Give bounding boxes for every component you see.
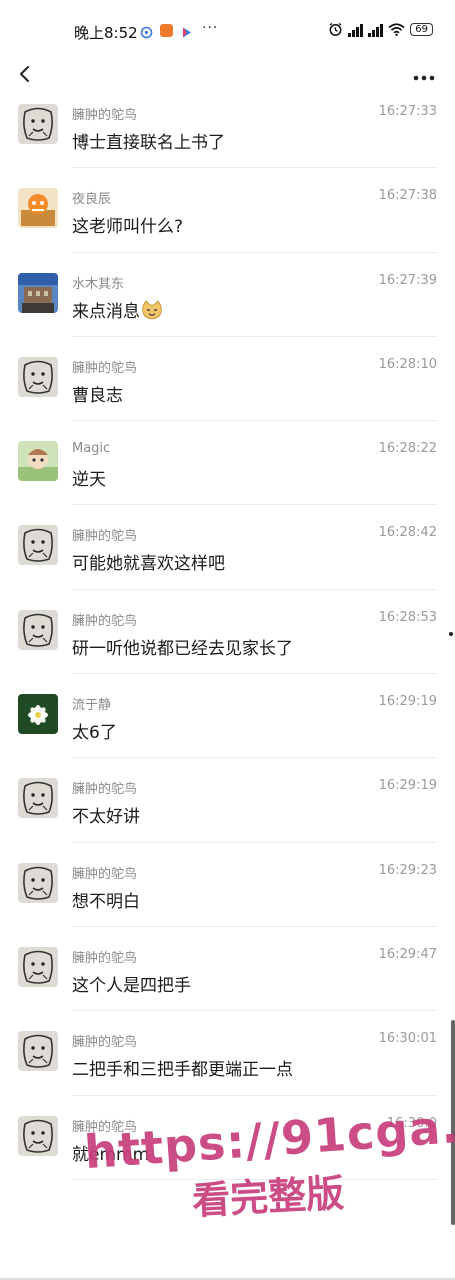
message-text-content: 来点消息	[72, 301, 140, 322]
sender-name: Magic	[72, 441, 111, 457]
chevron-left-icon	[20, 66, 29, 82]
message-time: 16:28:53	[378, 609, 437, 625]
message-text: 可能她就喜欢这样吧	[72, 554, 225, 575]
anime-character-avatar[interactable]	[18, 441, 58, 482]
sender-name: 臃肿的鸵鸟	[72, 950, 138, 966]
sender-name: 臃肿的鸵鸟	[72, 529, 138, 545]
message-text: 博士直接联名上书了	[72, 133, 225, 153]
bear-sketch-avatar[interactable]	[18, 946, 58, 987]
sender-name: 臃肿的鸵鸟	[72, 613, 138, 629]
more-options-button[interactable]	[409, 58, 439, 88]
message-item[interactable]: 臃肿的鸵鸟 16:28:53 研一听他说都已经去见家长了	[0, 590, 455, 675]
bear-sketch-avatar[interactable]	[18, 356, 58, 397]
message-text: 逆天	[72, 470, 106, 491]
blue-building-avatar[interactable]	[18, 272, 58, 313]
message-time: 16:30:01	[378, 1031, 437, 1047]
chat-header	[0, 50, 455, 100]
sender-name: 臃肿的鸵鸟	[72, 782, 138, 798]
notification-app-icon	[140, 24, 153, 39]
message-text: 来点消息	[72, 297, 163, 322]
message-text: 研一听他说都已经去见家长了	[72, 638, 293, 659]
sender-name: 夜良辰	[72, 192, 112, 208]
message-item[interactable]: 臃肿的鸵鸟 16:29:19 不太好讲	[0, 758, 455, 843]
message-time: 16:27:38	[378, 188, 437, 204]
orange-character-avatar[interactable]	[18, 188, 58, 229]
battery-indicator: 69	[410, 23, 433, 36]
message-time: 16:28:42	[378, 525, 437, 541]
status-bar: 晚上8:52 ··· 69	[0, 0, 455, 50]
message-time: 16:29:19	[378, 778, 437, 794]
alarm-icon	[329, 22, 342, 36]
bear-sketch-avatar[interactable]	[18, 862, 58, 903]
message-text: 不太好讲	[72, 807, 140, 828]
white-lotus-avatar[interactable]	[18, 694, 58, 735]
message-item[interactable]: Magic 16:28:22 逆天	[0, 421, 455, 506]
message-text: 想不明白	[72, 891, 140, 912]
bear-sketch-avatar[interactable]	[18, 609, 58, 650]
sender-name: 臃肿的鸵鸟	[72, 866, 138, 882]
sender-name: 臃肿的鸵鸟	[72, 1035, 138, 1051]
sender-name: 臃肿的鸵鸟	[72, 360, 138, 376]
sender-name: 流于静	[72, 698, 112, 714]
sender-name: 臃肿的鸵鸟	[72, 108, 138, 123]
status-indicators: 69	[328, 22, 433, 37]
taobao-app-icon	[160, 24, 173, 37]
play-app-icon	[180, 24, 193, 38]
message-item[interactable]: 臃肿的鸵鸟 16:29:47 这个人是四把手	[0, 927, 455, 1012]
message-text: 曹良志	[72, 385, 123, 406]
message-item[interactable]: 臃肿的鸵鸟 16:30:01 二把手和三把手都更端正一点	[0, 1011, 455, 1096]
message-text: 太6了	[72, 723, 117, 744]
signal-icon-1	[348, 23, 364, 37]
back-button[interactable]	[10, 58, 40, 88]
cat-face-emoji-icon	[142, 299, 162, 319]
message-time: 16:27:39	[378, 272, 437, 288]
message-item[interactable]: 臃肿的鸵鸟 16:29:23 想不明白	[0, 843, 455, 928]
message-text: 二把手和三把手都更端正一点	[72, 1060, 293, 1081]
message-time: 16:29:47	[378, 946, 437, 962]
signal-icon-2	[368, 23, 384, 37]
message-time: 16:29:23	[378, 862, 437, 878]
bear-sketch-avatar[interactable]	[18, 1115, 58, 1156]
message-item[interactable]: 水木其东 16:27:39 来点消息	[0, 253, 455, 338]
sender-name: 水木其东	[72, 276, 125, 292]
bear-sketch-avatar[interactable]	[18, 778, 58, 819]
bear-sketch-avatar[interactable]	[18, 104, 58, 144]
more-horizontal-icon	[413, 75, 435, 81]
wifi-icon	[388, 23, 405, 36]
message-item[interactable]: 流于静 16:29:19 太6了	[0, 674, 455, 759]
message-time: 16:28:10	[378, 356, 437, 372]
message-item[interactable]: 臃肿的鸵鸟 16:28:10 曹良志	[0, 337, 455, 422]
message-item[interactable]: 臃肿的鸵鸟 16:27:33 博士直接联名上书了	[0, 100, 455, 169]
bear-sketch-avatar[interactable]	[18, 525, 58, 566]
status-time: 晚上8:52	[74, 24, 138, 42]
watermark-caption: 看完整版	[191, 1171, 346, 1223]
message-list[interactable]: 臃肿的鸵鸟 16:27:33 博士直接联名上书了 夜良辰 16:27:38 这老…	[0, 100, 455, 1200]
message-time: 16:29:19	[378, 694, 437, 710]
message-text: 这老师叫什么?	[72, 217, 184, 238]
message-text: 这个人是四把手	[72, 975, 191, 996]
message-item[interactable]: 夜良辰 16:27:38 这老师叫什么?	[0, 168, 455, 253]
message-time: 16:27:33	[378, 104, 437, 119]
edge-indicator	[449, 632, 453, 636]
bear-sketch-avatar[interactable]	[18, 1031, 58, 1072]
message-item[interactable]: 臃肿的鸵鸟 16:28:42 可能她就喜欢这样吧	[0, 505, 455, 591]
status-more-dots: ···	[202, 20, 219, 36]
message-time: 16:28:22	[378, 441, 437, 457]
